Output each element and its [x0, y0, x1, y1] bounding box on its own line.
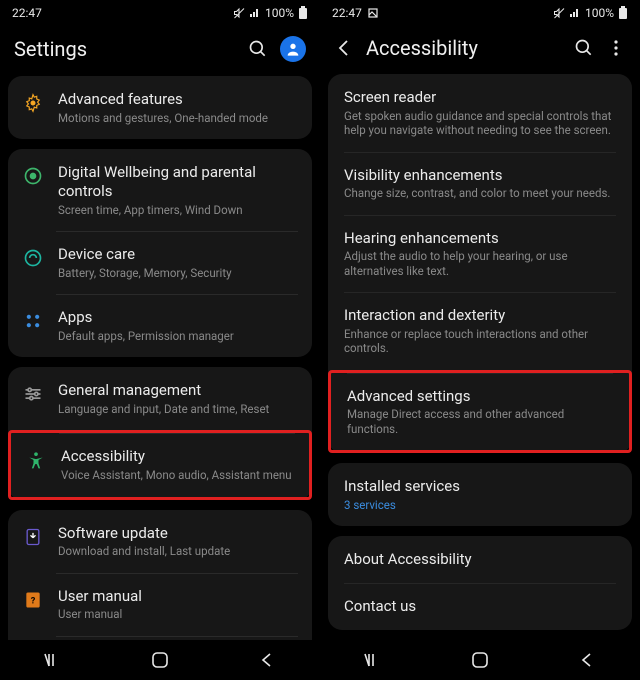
row-subtitle: Language and input, Date and time, Reset: [58, 402, 298, 416]
device-care-icon: [22, 247, 44, 269]
settings-card: About Accessibility Contact us: [328, 536, 632, 630]
mute-icon: [553, 7, 565, 19]
nav-bar: [0, 640, 320, 680]
phone-left: 22:47 100% Settings Advanced features Mot…: [0, 0, 320, 680]
row-accessibility[interactable]: Accessibility Voice Assistant, Mono audio…: [8, 430, 312, 499]
settings-card: Software updateDownload and install, Las…: [8, 510, 312, 641]
row-title: General management: [58, 381, 298, 400]
battery-icon: [298, 6, 308, 20]
row-subtitle: Default apps, Permission manager: [58, 329, 298, 343]
advanced-features-icon: [22, 92, 44, 114]
page-title: Accessibility: [366, 36, 562, 60]
row-screen-reader[interactable]: Screen reader Get spoken audio guidance a…: [328, 74, 632, 152]
row-advanced-settings[interactable]: Advanced settingsManage Direct access an…: [328, 370, 632, 454]
status-time: 22:47: [332, 6, 362, 20]
nav-recents[interactable]: [361, 648, 385, 672]
row-subtitle: Motions and gestures, One-handed mode: [58, 111, 298, 125]
settings-list: Advanced features Motions and gestures, O…: [0, 76, 320, 640]
row-title: Interaction and dexterity: [344, 306, 616, 325]
status-bar: 22:47 100%: [320, 0, 640, 26]
row-subtitle: 3 services: [344, 498, 616, 512]
row-subtitle: Screen time, App timers, Wind Down: [58, 203, 298, 217]
row-title: Contact us: [344, 597, 616, 616]
row-apps[interactable]: Apps Default apps, Permission manager: [8, 294, 312, 357]
nav-home[interactable]: [148, 648, 172, 672]
status-right: 100%: [233, 6, 308, 20]
software-update-icon: [22, 526, 44, 548]
back-icon[interactable]: [334, 38, 354, 58]
general-icon: [22, 383, 44, 405]
svg-text:?: ?: [31, 596, 36, 606]
row-subtitle: User manual: [58, 607, 298, 621]
nav-back[interactable]: [255, 648, 279, 672]
row-device-care[interactable]: Device care Battery, Storage, Memory, Sec…: [8, 231, 312, 294]
row-title: Device care: [58, 245, 298, 264]
row-subtitle: Change size, contrast, and color to meet…: [344, 186, 616, 200]
row-title: Advanced settings: [347, 387, 613, 406]
row-software-update[interactable]: Software updateDownload and install, Las…: [8, 510, 312, 573]
row-title: Software update: [58, 524, 298, 543]
apps-icon: [22, 310, 44, 332]
accessibility-icon: [25, 449, 47, 471]
row-title: Visibility enhancements: [344, 166, 616, 185]
settings-card: Digital Wellbeing and parental controls S…: [8, 149, 312, 357]
row-title: About Accessibility: [344, 550, 616, 569]
search-icon[interactable]: [248, 39, 268, 59]
settings-card: Screen reader Get spoken audio guidance a…: [328, 74, 632, 453]
mute-icon: [233, 7, 245, 19]
row-general-management[interactable]: General management Language and input, Da…: [8, 367, 312, 430]
row-digital-wellbeing[interactable]: Digital Wellbeing and parental controls S…: [8, 149, 312, 231]
row-title: Digital Wellbeing and parental controls: [58, 163, 298, 201]
row-title: Hearing enhancements: [344, 229, 616, 248]
status-right: 100%: [553, 6, 628, 20]
row-title: Advanced features: [58, 90, 298, 109]
phone-right: 22:47 100% Accessibility Screen reader Ge…: [320, 0, 640, 680]
wellbeing-icon: [22, 165, 44, 187]
settings-card: Installed services 3 services: [328, 463, 632, 526]
row-title: Installed services: [344, 477, 616, 496]
page-title: Settings: [14, 37, 236, 61]
row-subtitle: Battery, Storage, Memory, Security: [58, 266, 298, 280]
row-title: User manual: [58, 587, 298, 606]
signal-icon: [569, 7, 581, 19]
search-icon[interactable]: [574, 38, 594, 58]
header: Accessibility: [320, 26, 640, 74]
more-icon[interactable]: [606, 38, 626, 58]
battery-text: 100%: [585, 6, 614, 20]
row-title: Apps: [58, 308, 298, 327]
row-contact-us[interactable]: Contact us: [328, 583, 632, 630]
settings-card: General management Language and input, Da…: [8, 367, 312, 499]
nav-back[interactable]: [575, 648, 599, 672]
header: Settings: [0, 26, 320, 76]
settings-card: Advanced features Motions and gestures, O…: [8, 76, 312, 139]
nav-bar: [320, 640, 640, 680]
user-manual-icon: ?: [22, 589, 44, 611]
row-advanced-features[interactable]: Advanced features Motions and gestures, O…: [8, 76, 312, 139]
row-visibility-enhancements[interactable]: Visibility enhancementsChange size, cont…: [328, 152, 632, 215]
row-subtitle: Enhance or replace touch interactions an…: [344, 327, 616, 356]
row-subtitle: Voice Assistant, Mono audio, Assistant m…: [61, 468, 295, 482]
row-installed-services[interactable]: Installed services 3 services: [328, 463, 632, 526]
row-interaction-dexterity[interactable]: Interaction and dexterity Enhance or repl…: [328, 292, 632, 370]
row-title: Screen reader: [344, 88, 616, 107]
battery-text: 100%: [265, 6, 294, 20]
row-hearing-enhancements[interactable]: Hearing enhancementsAdjust the audio to …: [328, 215, 632, 293]
screenshot-icon: [368, 8, 378, 18]
row-subtitle: Manage Direct access and other advanced …: [347, 407, 613, 436]
nav-home[interactable]: [468, 648, 492, 672]
row-about-accessibility[interactable]: About Accessibility: [328, 536, 632, 583]
accessibility-list: Screen reader Get spoken audio guidance a…: [320, 74, 640, 638]
row-subtitle: Get spoken audio guidance and special co…: [344, 109, 616, 138]
row-subtitle: Adjust the audio to help your hearing, o…: [344, 249, 616, 278]
signal-icon: [249, 7, 261, 19]
battery-icon: [618, 6, 628, 20]
profile-avatar[interactable]: [280, 36, 306, 62]
row-user-manual[interactable]: ? User manualUser manual: [8, 573, 312, 636]
row-title: Accessibility: [61, 447, 295, 466]
nav-recents[interactable]: [41, 648, 65, 672]
row-subtitle: Download and install, Last update: [58, 544, 298, 558]
status-bar: 22:47 100%: [0, 0, 320, 26]
status-time: 22:47: [12, 6, 42, 20]
